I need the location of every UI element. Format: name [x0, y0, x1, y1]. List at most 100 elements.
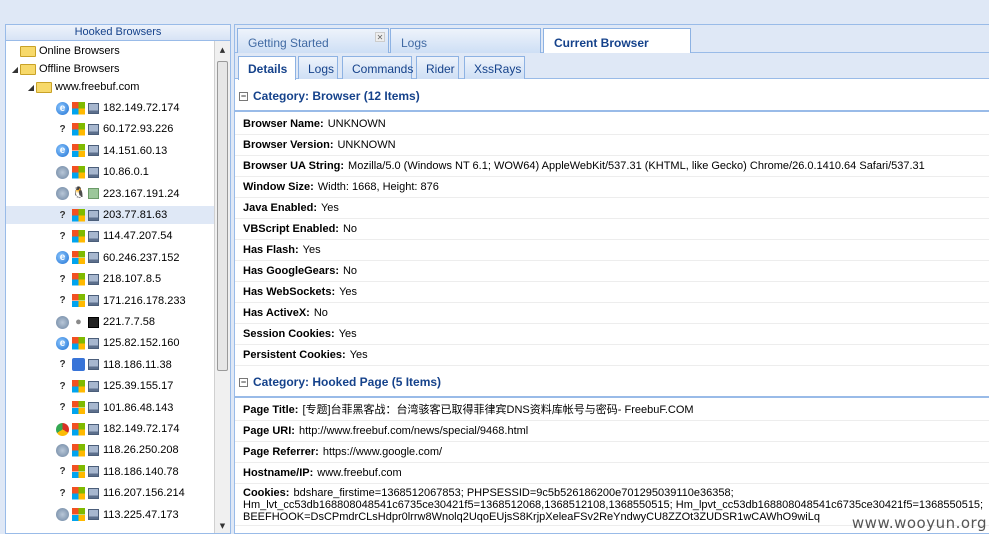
computer-icon [88, 423, 99, 435]
host-row[interactable]: 🐧 223.167.191.24 [6, 185, 214, 203]
detail-label: Has ActiveX: [243, 307, 310, 319]
host-row[interactable]: e 182.149.72.174 [6, 99, 214, 117]
subtab-commands[interactable]: Commands [342, 56, 414, 79]
detail-value: Yes [349, 349, 368, 361]
scroll-up-icon[interactable]: ▲ [216, 43, 229, 57]
host-row[interactable]: ? 203.77.81.63 [6, 206, 214, 224]
subtab-details[interactable]: Details [238, 56, 296, 80]
subtab-label: Rider [426, 62, 455, 76]
host-row[interactable]: ? 125.39.155.17 [6, 377, 214, 395]
tree-scrollbar[interactable]: ▲ ▼ [214, 41, 230, 533]
generic-browser-icon [56, 315, 69, 329]
host-row[interactable]: ? 116.207.156.214 [6, 484, 214, 502]
detail-row: Has GoogleGears: No [235, 261, 989, 282]
host-row[interactable]: ? 118.186.11.38 [6, 356, 214, 374]
close-icon[interactable]: ✕ [375, 32, 385, 42]
computer-icon [88, 252, 99, 264]
expand-toggle-icon[interactable]: ◢ [26, 83, 36, 92]
windows-icon [72, 165, 85, 179]
details-content: − Category: Browser (12 Items) Browser Nam… [235, 79, 989, 533]
tree-node-offline[interactable]: ◢ Offline Browsers [6, 60, 214, 78]
computer-icon [88, 273, 99, 285]
windows-icon [72, 101, 85, 115]
windows-icon [72, 486, 85, 500]
detail-label: Has WebSockets: [243, 286, 336, 298]
detail-row: Window Size: Width: 1668, Height: 876 [235, 177, 989, 198]
host-row[interactable]: ● 221.7.7.58 [6, 313, 214, 331]
host-ip: 125.39.155.17 [103, 380, 174, 393]
computer-icon [88, 337, 99, 349]
subtab-label: Commands [352, 62, 414, 76]
expand-toggle-icon[interactable]: ◢ [10, 65, 20, 74]
tab-current-browser[interactable]: Current Browser [543, 28, 691, 54]
detail-label: Java Enabled: [243, 202, 317, 214]
detail-label: Page URI: [243, 425, 295, 437]
host-ip: 114.47.207.54 [103, 230, 173, 243]
subtab-rider[interactable]: Rider [416, 56, 459, 79]
unknown-icon: ? [59, 402, 66, 414]
detail-row: Has Flash: Yes [235, 240, 989, 261]
tab-logs[interactable]: Logs [390, 28, 541, 53]
detail-row: Browser Name: UNKNOWN [235, 114, 989, 135]
tab-label: Getting Started [248, 36, 329, 50]
detail-value: UNKNOWN [327, 118, 386, 130]
collapse-icon[interactable]: − [239, 377, 248, 387]
host-ip: 203.77.81.63 [103, 209, 168, 221]
detail-value: Yes [320, 202, 339, 214]
detail-label: Browser UA String: [243, 160, 345, 172]
host-ip: 60.246.237.152 [103, 251, 180, 264]
detail-row: Browser Version: UNKNOWN [235, 135, 989, 156]
tab-label: Logs [401, 36, 428, 50]
host-row[interactable]: ? 101.86.48.143 [6, 399, 214, 417]
computer-icon [88, 209, 99, 221]
host-row[interactable]: ? 118.186.140.78 [6, 463, 214, 481]
host-ip: 125.82.152.160 [103, 337, 180, 350]
tree-node-online[interactable]: Online Browsers [6, 42, 214, 60]
detail-label: Has GoogleGears: [243, 265, 339, 277]
host-row[interactable]: ? 171.216.178.233 [6, 292, 214, 310]
computer-icon [88, 380, 99, 392]
scroll-thumb[interactable] [217, 61, 228, 371]
category-header[interactable]: − Category: Hooked Page (5 Items) [235, 368, 989, 398]
windows-icon [72, 401, 85, 415]
subtab-logs[interactable]: Logs [298, 56, 338, 79]
category-header[interactable]: − Category: Browser (12 Items) [235, 82, 989, 112]
tree-node-domain[interactable]: ◢ www.freebuf.com [6, 78, 214, 96]
host-row[interactable]: e 14.151.60.13 [6, 142, 214, 160]
host-row[interactable]: 10.86.0.1 [6, 163, 214, 181]
subtab-label: Logs [308, 62, 335, 76]
host-ip: 118.186.11.38 [103, 358, 172, 371]
scroll-down-icon[interactable]: ▼ [216, 519, 229, 533]
subtab-label: XssRays [474, 62, 522, 76]
host-row[interactable]: 118.26.250.208 [6, 441, 214, 459]
host-row[interactable]: ? 218.107.8.5 [6, 270, 214, 288]
windows-icon [72, 465, 85, 479]
host-row[interactable]: ? 60.172.93.226 [6, 120, 214, 138]
host-row[interactable]: 182.149.72.174 [6, 420, 214, 438]
folder-icon [20, 45, 36, 57]
unknown-icon: ? [59, 123, 66, 135]
subtab-xssrays[interactable]: XssRays [464, 56, 525, 79]
unknown-icon: ? [59, 359, 66, 371]
host-row[interactable]: e 125.82.152.160 [6, 334, 214, 352]
host-ip: 182.149.72.174 [103, 102, 180, 114]
host-row[interactable]: 113.225.47.173 [6, 506, 214, 524]
windows-icon [72, 443, 85, 457]
detail-label: Page Referrer: [243, 446, 319, 458]
detail-value: [专题]台菲黑客战：台湾骇客已取得菲律宾DNS资料库帐号与密码- FreebuF… [302, 404, 694, 416]
host-row[interactable]: ? 114.47.207.54 [6, 227, 214, 245]
windows-icon [72, 122, 85, 136]
category-title: Category: Browser (12 Items) [253, 89, 420, 103]
subtab-label: Details [248, 62, 288, 76]
detail-label: Page Title: [243, 404, 299, 416]
computer-icon [88, 444, 99, 456]
detail-label: Persistent Cookies: [243, 349, 346, 361]
detail-row: Persistent Cookies: Yes [235, 345, 989, 366]
host-row[interactable]: e 60.246.237.152 [6, 249, 214, 267]
host-ip: 118.186.140.78 [103, 465, 179, 478]
tab-getting-started[interactable]: Getting Started ✕ [237, 28, 389, 53]
host-ip: 14.151.60.13 [103, 144, 168, 157]
unknown-icon: ? [59, 209, 66, 221]
collapse-icon[interactable]: − [239, 91, 248, 101]
windows-icon [72, 144, 85, 158]
